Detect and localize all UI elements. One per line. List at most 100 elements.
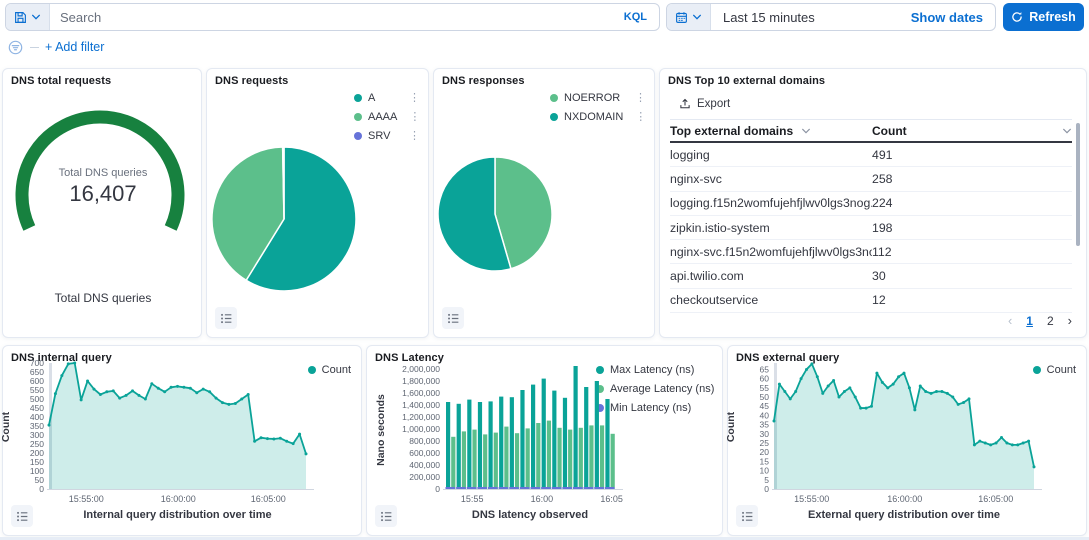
bar-average-latency [536, 423, 540, 489]
bar-average-latency [462, 431, 466, 489]
table-row[interactable]: checkoutservice12 [670, 289, 1072, 313]
gauge-center-label: Total DNS queries [3, 167, 203, 179]
add-filter-button[interactable]: + Add filter [45, 40, 104, 54]
table-row[interactable]: logging491 [670, 143, 1072, 167]
data-point [163, 390, 166, 393]
filter-icon[interactable] [8, 40, 23, 55]
legend-toggle-button[interactable] [442, 307, 464, 329]
data-point [875, 372, 878, 375]
panel-dns-responses: DNS responses NOERROR ⋮ NXDOMAIN ⋮ [433, 68, 655, 338]
column-header-count[interactable]: Count [872, 124, 1072, 138]
x-tick-label: 16:05 [600, 494, 623, 504]
bar-max-latency [446, 402, 450, 489]
responses-pie-chart[interactable] [434, 69, 656, 339]
x-axis-title: External query distribution over time [774, 509, 1034, 521]
data-point [144, 398, 147, 401]
show-dates-button[interactable]: Show dates [899, 10, 995, 25]
pagination: ‹ 1 2 › [1008, 313, 1072, 328]
x-tick-label: 15:55 [461, 494, 484, 504]
gauge-value: 16,407 [3, 181, 203, 207]
time-range-value[interactable]: Last 15 minutes [711, 10, 899, 25]
column-label: Top external domains [670, 124, 793, 138]
data-point [832, 379, 835, 382]
export-icon [679, 98, 691, 110]
y-tick-label: 650 [30, 367, 44, 377]
table-row[interactable]: logging.f15n2womfujehfjlwv0lgs3nog....22… [670, 192, 1072, 216]
data-point [240, 398, 243, 401]
bar-max-latency [520, 390, 524, 489]
page-1-button[interactable]: 1 [1026, 314, 1033, 328]
data-point [794, 390, 797, 393]
cell-domain: logging.f15n2womfujehfjlwv0lgs3nog.... [670, 196, 872, 210]
data-point [67, 362, 70, 365]
data-point [810, 362, 813, 365]
bar-min-latency [456, 487, 466, 489]
data-point [1016, 443, 1019, 446]
y-tick-label: 45 [760, 401, 770, 411]
page-2-button[interactable]: 2 [1047, 314, 1054, 328]
bar-min-latency [584, 487, 594, 489]
data-point [221, 401, 224, 404]
export-button[interactable]: Export [679, 98, 730, 110]
bar-average-latency [547, 421, 551, 489]
cell-count: 491 [872, 148, 1072, 162]
data-point [897, 375, 900, 378]
x-tick-label: 15:55:00 [69, 494, 104, 504]
data-point [253, 440, 256, 443]
bar-max-latency [584, 387, 588, 489]
panel-dns-external-query: DNS external query Count Count 051015202… [727, 345, 1087, 536]
bar-max-latency [499, 397, 503, 489]
table-row[interactable]: nginx-svc258 [670, 167, 1072, 191]
panel-dns-internal-query: DNS internal query Count Count 050100150… [2, 345, 362, 536]
y-tick-label: 0 [435, 484, 440, 494]
table-body: logging491nginx-svc258logging.f15n2womfu… [670, 143, 1072, 313]
data-point [773, 419, 776, 422]
data-point [962, 401, 965, 404]
y-tick-label: 200,000 [409, 472, 440, 482]
bar-average-latency [504, 427, 508, 489]
bar-max-latency [457, 404, 461, 489]
bar-max-latency [542, 379, 546, 489]
table-row[interactable]: api.twilio.com30 [670, 264, 1072, 288]
saved-query-menu[interactable] [6, 4, 50, 30]
data-point [176, 385, 179, 388]
column-header-domains[interactable]: Top external domains [670, 124, 872, 138]
data-point [60, 374, 63, 377]
bar-average-latency [600, 425, 604, 489]
bar-average-latency [557, 428, 561, 489]
data-point [821, 392, 824, 395]
time-quick-menu[interactable] [667, 4, 711, 30]
legend-toggle-button[interactable] [215, 307, 237, 329]
legend-toggle-button[interactable] [736, 505, 758, 527]
bar-min-latency [531, 487, 541, 489]
legend-toggle-button[interactable] [11, 505, 33, 527]
bar-min-latency [520, 487, 530, 489]
data-point [131, 389, 134, 392]
data-point [973, 443, 976, 446]
cell-count: 30 [872, 269, 1072, 283]
bar-max-latency [510, 397, 514, 489]
panel-top-external-domains: DNS Top 10 external domains Export Top e… [659, 68, 1087, 338]
kql-selector[interactable]: KQL [612, 11, 659, 23]
table-row[interactable]: nginx-svc.f15n2womfujehfjlwv0lgs3no...11… [670, 240, 1072, 264]
table-scrollbar[interactable] [1076, 123, 1080, 246]
area-fill [774, 364, 1034, 489]
data-point [935, 390, 938, 393]
y-tick-label: 700 [30, 358, 44, 368]
y-tick-label: 60 [760, 374, 770, 384]
bar-average-latency [589, 425, 593, 489]
x-tick-label: 15:55:00 [794, 494, 829, 504]
table-row[interactable]: zipkin.istio-system198 [670, 216, 1072, 240]
legend-toggle-button[interactable] [375, 505, 397, 527]
data-point [1022, 442, 1025, 445]
requests-pie-chart[interactable] [207, 69, 430, 339]
next-page-button[interactable]: › [1068, 313, 1072, 328]
refresh-button[interactable]: Refresh [1003, 3, 1084, 31]
search-input[interactable] [50, 10, 612, 25]
data-point [1027, 440, 1030, 443]
prev-page-button[interactable]: ‹ [1008, 313, 1012, 328]
data-point [886, 386, 889, 389]
bar-average-latency [472, 430, 476, 489]
bar-min-latency [605, 487, 615, 489]
data-point [182, 386, 185, 389]
